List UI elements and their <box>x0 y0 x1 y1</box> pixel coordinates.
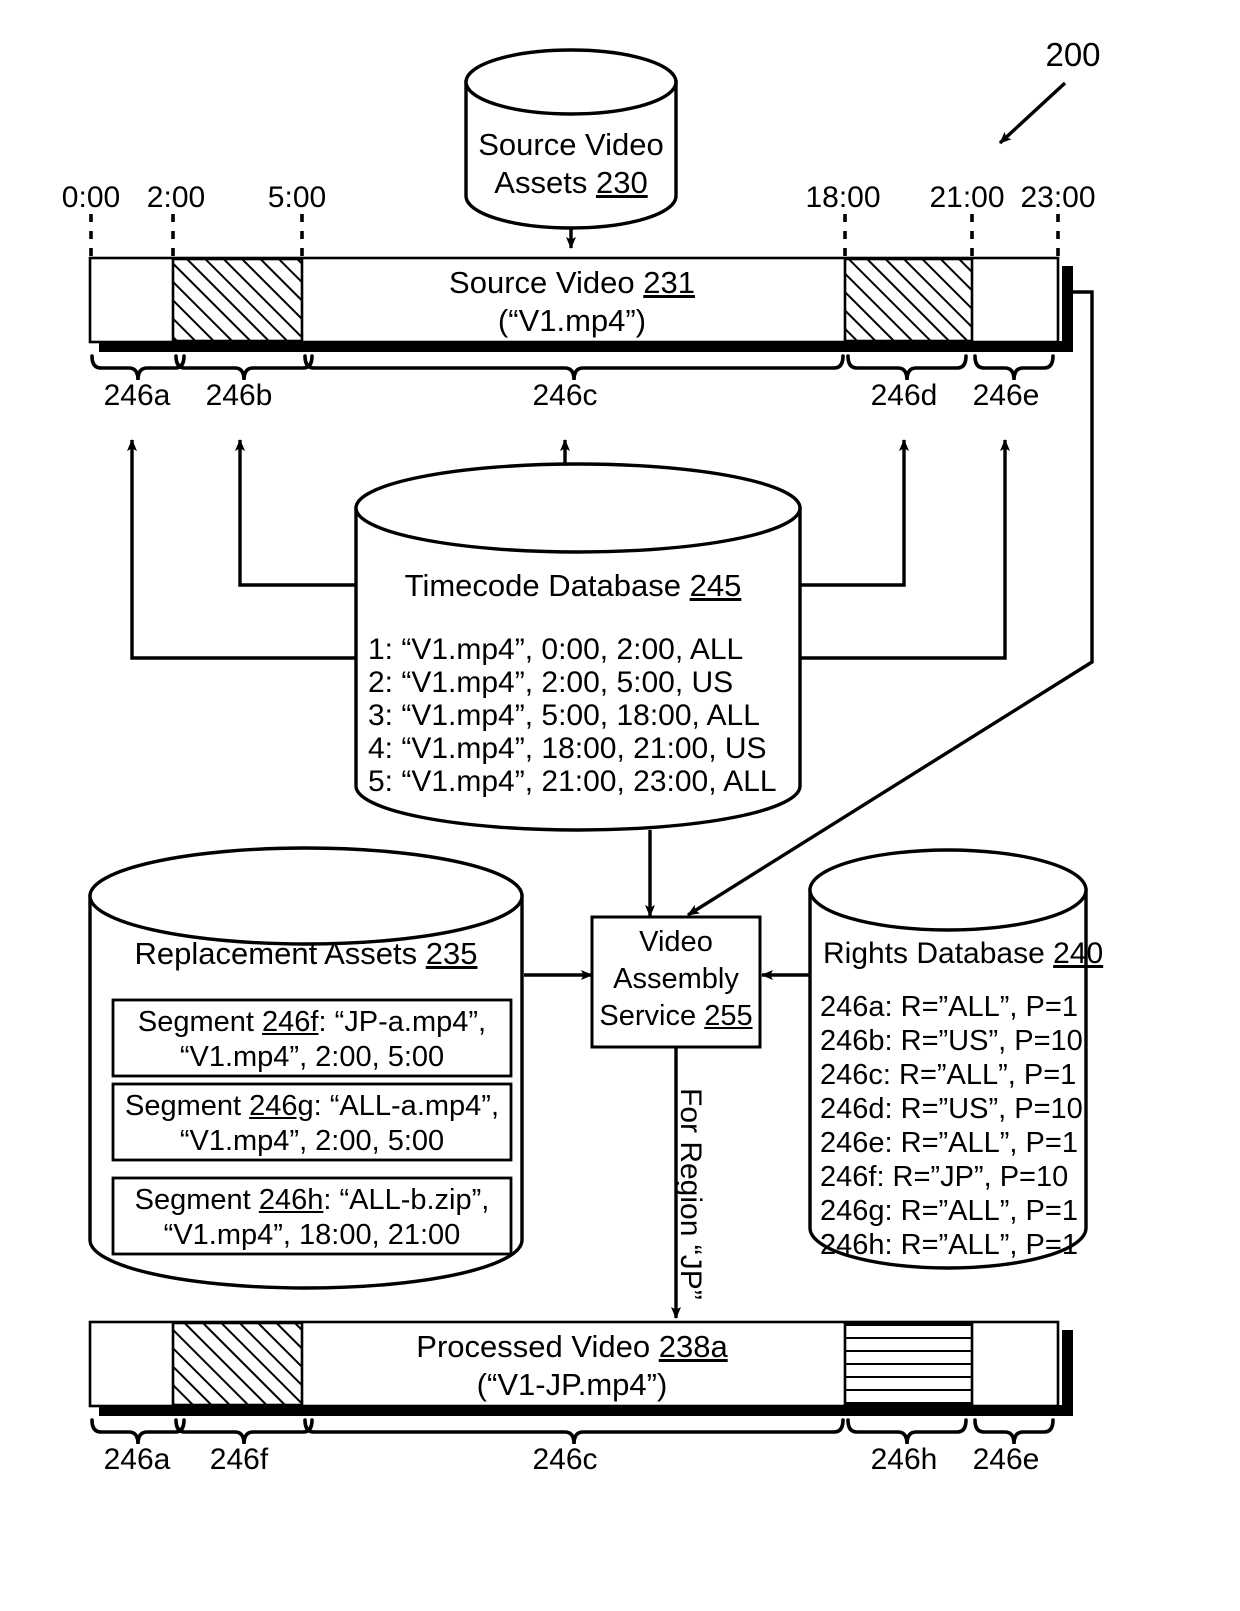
connector-246b <box>235 439 356 587</box>
processed-video-ref: 238a <box>658 1329 728 1364</box>
processed-video-title-text: Processed Video <box>416 1329 651 1364</box>
seg1-rest: : “JP-a.mp4”, <box>318 1006 487 1038</box>
rights-db-row-246f: 246f: R=”JP”, P=10 <box>820 1161 1069 1193</box>
assembly-service-line2: Assembly <box>613 963 739 995</box>
source-video-title-text: Source Video <box>449 265 635 300</box>
source-assets-label-line2: Assets 230 <box>494 165 647 202</box>
replacement-assets-ref: 235 <box>425 936 478 971</box>
assembly-service-ref: 255 <box>704 1000 753 1032</box>
replacement-assets-title-text: Replacement Assets <box>134 936 418 971</box>
top-segment-label-246e: 246e <box>972 379 1040 412</box>
tick-label-0: 0:00 <box>61 181 121 214</box>
timecode-db-row-3: 3: “V1.mp4”, 5:00, 18:00, ALL <box>368 699 760 732</box>
timecode-db-row-4: 4: “V1.mp4”, 18:00, 21:00, US <box>368 732 767 765</box>
top-segment-label-246c: 246c <box>532 379 598 412</box>
replacement-segment-246h-line2: “V1.mp4”, 18:00, 21:00 <box>163 1219 461 1251</box>
timecode-db-ref: 245 <box>689 568 742 603</box>
tick-label-1: 2:00 <box>146 181 206 214</box>
seg2-rest: : “ALL-a.mp4”, <box>313 1090 499 1122</box>
connector-246d <box>800 439 909 587</box>
replacement-segment-246g-line2: “V1.mp4”, 2:00, 5:00 <box>179 1125 445 1157</box>
seg1-word: Segment <box>137 1006 263 1038</box>
bottom-segment-label-246e: 246e <box>972 1443 1040 1476</box>
source-assets-label-line1: Source Video <box>478 127 664 162</box>
timecode-db-title-text: Timecode Database <box>404 568 681 603</box>
seg3-ref: 246h <box>258 1184 324 1216</box>
bottom-segment-label-246a: 246a <box>103 1443 171 1476</box>
assembly-service-line3-text: Service <box>599 1000 697 1032</box>
replacement-assets-title: Replacement Assets 235 <box>135 936 478 973</box>
seg2-ref: 246g <box>249 1090 314 1122</box>
top-segment-label-246b: 246b <box>205 379 273 412</box>
replacement-segment-246f-line2: “V1.mp4”, 2:00, 5:00 <box>179 1041 445 1073</box>
top-segment-label-246a: 246a <box>103 379 171 412</box>
processed-video-title: Processed Video 238a <box>416 1329 727 1366</box>
source-assets-ref: 230 <box>595 165 648 200</box>
seg1-ref: 246f <box>262 1006 319 1038</box>
figure-ref-arrow <box>998 81 1067 145</box>
seg2-word: Segment <box>125 1090 250 1122</box>
tick-label-3: 18:00 <box>805 181 881 214</box>
replacement-segment-246f-line1: Segment 246f: “JP-a.mp4”, <box>138 1005 486 1039</box>
figure-canvas: 200 Source Video Assets 230 0:00 2:00 5:… <box>0 0 1240 1611</box>
timecode-db-row-2: 2: “V1.mp4”, 2:00, 5:00, US <box>368 666 734 699</box>
figure-ref-number: 200 <box>1045 36 1101 73</box>
top-segment-label-246d: 246d <box>870 379 938 412</box>
assembly-service-line1: Video <box>639 926 713 958</box>
source-video-segment-braces <box>90 354 1055 381</box>
assembly-service-line3: Service 255 <box>599 999 752 1033</box>
bottom-segment-label-246c: 246c <box>532 1443 598 1476</box>
rights-db-row-246c: 246c: R=”ALL”, P=1 <box>820 1059 1077 1091</box>
replacement-segment-246h-line1: Segment 246h: “ALL-b.zip”, <box>135 1183 490 1217</box>
replacement-segment-246g-line1: Segment 246g: “ALL-a.mp4”, <box>125 1089 499 1123</box>
timecode-db-row-5: 5: “V1.mp4”, 21:00, 23:00, ALL <box>368 765 777 798</box>
tick-label-5: 23:00 <box>1020 181 1096 214</box>
processed-video-segment-braces <box>90 1418 1055 1445</box>
rights-db-row-246a: 246a: R=”ALL”, P=1 <box>820 991 1078 1023</box>
source-video-ref: 231 <box>643 265 695 300</box>
rights-db-row-246g: 246g: R=”ALL”, P=1 <box>820 1195 1078 1227</box>
rights-db-ref: 240 <box>1053 937 1104 970</box>
processed-video-subtitle: (“V1-JP.mp4”) <box>476 1367 668 1402</box>
timecode-db-row-1: 1: “V1.mp4”, 0:00, 2:00, ALL <box>368 633 744 666</box>
rights-db-title-text: Rights Database <box>823 937 1045 970</box>
tick-label-2: 5:00 <box>267 181 327 214</box>
seg3-word: Segment <box>134 1184 259 1216</box>
region-label: For Region “JP” <box>674 1088 707 1300</box>
rights-db-row-246h: 246h: R=”ALL”, P=1 <box>820 1229 1078 1261</box>
connector-246a <box>127 439 356 660</box>
rights-db-row-246d: 246d: R=”US”, P=10 <box>820 1093 1083 1125</box>
bottom-segment-label-246f: 246f <box>209 1443 269 1476</box>
rights-db-row-246b: 246b: R=”US”, P=10 <box>820 1025 1083 1057</box>
bottom-segment-label-246h: 246h <box>870 1443 938 1476</box>
rights-db-row-246e: 246e: R=”ALL”, P=1 <box>820 1127 1078 1159</box>
source-video-title: Source Video 231 <box>449 265 695 302</box>
source-assets-label-text: Assets <box>494 165 588 200</box>
tick-label-4: 21:00 <box>929 181 1005 214</box>
timecode-db-title: Timecode Database 245 <box>405 568 742 605</box>
rights-db-title: Rights Database 240 <box>823 936 1103 971</box>
source-video-subtitle: (“V1.mp4”) <box>497 303 647 338</box>
seg3-rest: : “ALL-b.zip”, <box>323 1184 490 1216</box>
